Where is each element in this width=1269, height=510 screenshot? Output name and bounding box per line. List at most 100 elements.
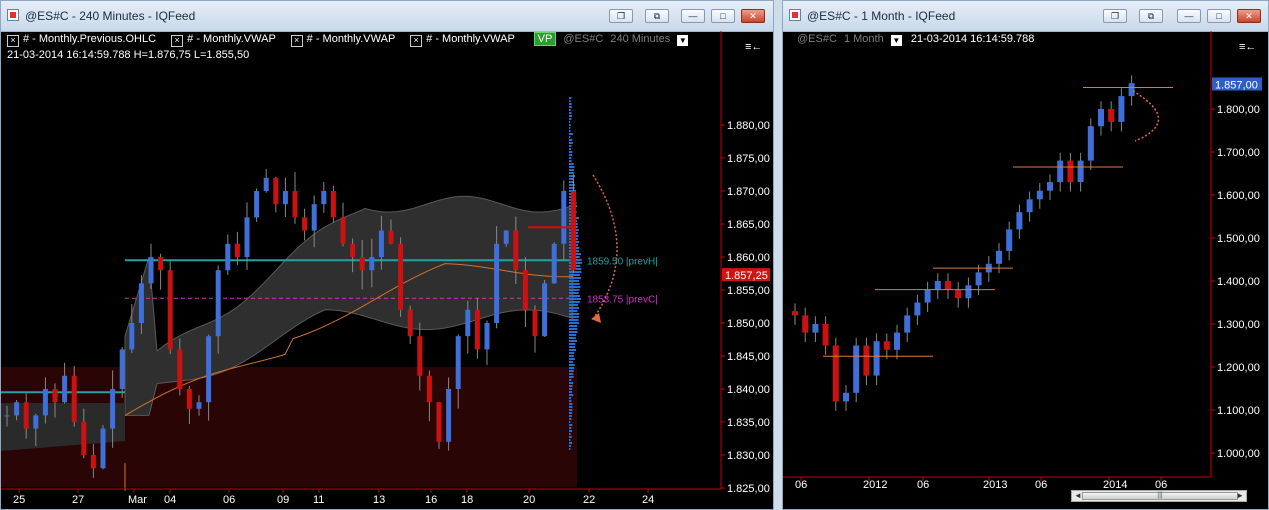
candle-body [1067, 161, 1073, 183]
volume-profile-bar [569, 280, 579, 282]
left-titlebar[interactable]: @ES#C - 240 Minutes - IQFeed ❐ ⧉ — □ ✕ [1, 1, 773, 32]
date-tick-label: 27 [72, 494, 84, 506]
volume-profile-bar [569, 418, 571, 420]
pin-icon[interactable]: ≡← [1239, 41, 1256, 53]
maximize-button[interactable]: □ [711, 9, 735, 23]
volume-profile-bar [569, 118, 571, 120]
candle-body [360, 257, 365, 270]
candle-body [513, 231, 518, 271]
candle-body [398, 244, 403, 310]
indicator-item[interactable]: × # - Monthly.VWAP [291, 33, 395, 45]
date-tick-label: Mar [128, 494, 147, 506]
volume-profile-bar [569, 358, 575, 360]
candle-body [187, 389, 192, 409]
restore-small-button[interactable]: ❐ [1103, 9, 1127, 23]
volume-profile-bar [569, 103, 572, 105]
chart-app-icon [789, 9, 801, 21]
candle-body [120, 349, 125, 389]
price-tick-label: 1.860,00 [727, 252, 770, 264]
volume-profile-bar [569, 286, 580, 288]
candle-body [24, 402, 29, 428]
candle-body [53, 389, 58, 402]
volume-profile-bar [569, 289, 579, 291]
volume-profile-bar [569, 316, 579, 318]
date-tick-label: 2013 [983, 479, 1007, 491]
right-chart-area[interactable]: 1.800,00 1.700,00 1.600,00 1.500,00 1.400,00… [783, 31, 1268, 509]
close-indicator-icon[interactable]: × [410, 35, 422, 47]
scroll-thumb[interactable]: ||| [1082, 492, 1238, 500]
candle-body [81, 422, 86, 455]
dropdown-arrow-icon[interactable]: ▼ [891, 35, 902, 46]
candle-body [206, 336, 211, 402]
link-button[interactable]: ⧉ [645, 9, 669, 23]
volume-profile-bar [569, 412, 572, 414]
volume-profile-bar [569, 277, 581, 279]
restore-small-button[interactable]: ❐ [609, 9, 633, 23]
price-tick-label: 1.825,00 [727, 483, 770, 495]
link-button[interactable]: ⧉ [1139, 9, 1163, 23]
candle-body [1047, 182, 1053, 191]
date-tick-label: 11 [313, 494, 324, 506]
candle-body [1078, 161, 1084, 183]
price-tick-label: 1.830,00 [727, 450, 770, 462]
candle-body [417, 336, 422, 376]
minimize-button[interactable]: — [1177, 9, 1201, 23]
close-indicator-icon[interactable]: × [7, 35, 19, 47]
dropdown-arrow-icon[interactable]: ▼ [677, 35, 688, 46]
volume-profile-bar [569, 166, 574, 168]
volume-profile-bar [569, 178, 574, 180]
vp-badge[interactable]: VP [534, 32, 557, 46]
candle-body [264, 178, 269, 191]
indicator-item[interactable]: × # - Monthly.Previous.OHLC [7, 33, 156, 45]
indicator-item[interactable]: × # - Monthly.VWAP [171, 33, 275, 45]
volume-profile-bar [569, 304, 578, 306]
price-tick-label: 1.835,00 [727, 417, 770, 429]
volume-profile-bar [569, 163, 574, 165]
candle-body [863, 346, 869, 376]
left-window-title: @ES#C - 240 Minutes - IQFeed [25, 9, 195, 23]
scroll-right-arrow-icon[interactable]: ► [1236, 491, 1244, 501]
scroll-left-arrow-icon[interactable]: ◄ [1074, 491, 1082, 501]
price-tick-label: 1.870,00 [727, 186, 770, 198]
right-window-title: @ES#C - 1 Month - IQFeed [807, 9, 955, 23]
close-button[interactable]: ✕ [741, 9, 765, 23]
indicator-item[interactable]: × # - Monthly.VWAP [410, 33, 514, 45]
candle-body [504, 231, 509, 244]
maximize-button[interactable]: □ [1207, 9, 1231, 23]
candle-body [350, 244, 355, 257]
volume-profile-bar [569, 97, 571, 99]
chart-app-icon [7, 9, 19, 21]
right-sub-symbol: @ES#C [797, 33, 837, 45]
date-tick-label: 06 [795, 479, 807, 491]
close-indicator-icon[interactable]: × [171, 35, 183, 47]
candle-body [149, 257, 154, 283]
close-indicator-icon[interactable]: × [291, 35, 303, 47]
candle-body [245, 217, 250, 257]
volume-profile-bar [569, 361, 573, 363]
candle-body [168, 270, 173, 349]
candle-body [945, 281, 951, 290]
volume-profile-bar [569, 124, 571, 126]
volume-profile-bar [569, 373, 573, 375]
right-chart-svg[interactable]: 1.800,00 1.700,00 1.600,00 1.500,00 1.400,00… [783, 31, 1268, 509]
left-chart-svg[interactable]: 1859.50 |prevH| 1853.75 |prevC| 1.880,00 1.… [1, 31, 773, 509]
candle-body [177, 349, 182, 389]
prev-high-label: 1859.50 |prevH| [587, 256, 658, 267]
horizontal-scrollbar[interactable]: ◄ ||| ► [1071, 490, 1247, 502]
volume-profile-bar [569, 379, 571, 381]
minimize-button[interactable]: — [681, 9, 705, 23]
candle-body [1006, 229, 1012, 251]
volume-profile-bar [569, 127, 570, 129]
date-tick-label: 04 [164, 494, 176, 506]
candle-body [293, 191, 298, 217]
candle-body [379, 231, 384, 257]
close-button[interactable]: ✕ [1237, 9, 1261, 23]
right-titlebar[interactable]: @ES#C - 1 Month - IQFeed ❐ ⧉ — □ ✕ [783, 1, 1268, 32]
volume-profile-bar [569, 133, 573, 135]
volume-profile-bar [569, 397, 571, 399]
left-chart-area[interactable]: 1859.50 |prevH| 1853.75 |prevC| 1.880,00 1.… [1, 31, 773, 509]
candle-body [894, 333, 900, 350]
volume-profile-bar [569, 151, 572, 153]
pin-icon[interactable]: ≡← [745, 41, 762, 53]
date-tick-label: 09 [277, 494, 289, 506]
